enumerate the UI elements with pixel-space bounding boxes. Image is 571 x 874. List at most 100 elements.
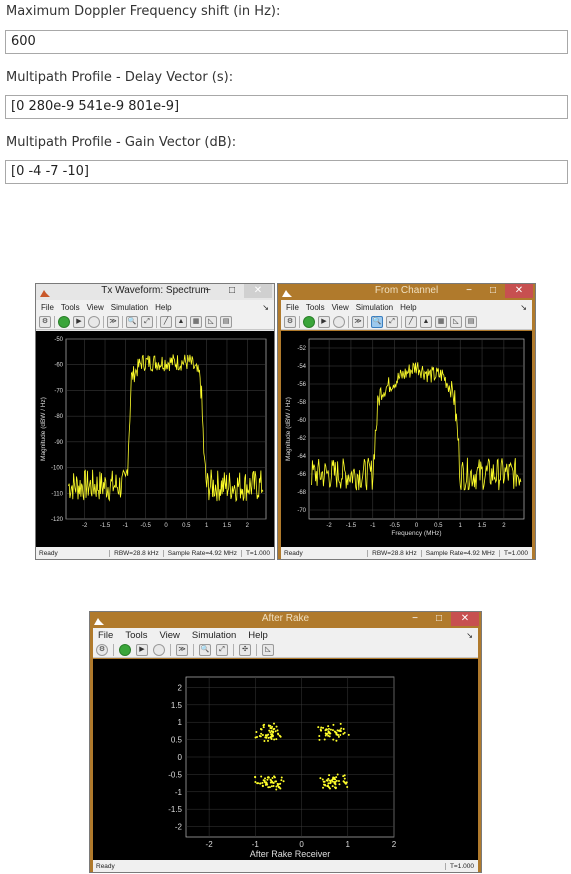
zoom-icon[interactable]: 🔍 xyxy=(199,643,211,656)
constellation-point xyxy=(261,781,264,784)
menu-file[interactable]: File xyxy=(41,303,54,312)
zoom-icon[interactable]: 🔍 xyxy=(371,315,383,328)
constellation-point xyxy=(340,727,343,730)
menu-tools[interactable]: Tools xyxy=(61,303,80,312)
close-button[interactable]: ✕ xyxy=(505,284,533,298)
constellation-point xyxy=(327,725,330,728)
menu-simulation[interactable]: Simulation xyxy=(111,303,148,312)
x-tick-label: -2 xyxy=(326,523,332,529)
close-button[interactable]: ✕ xyxy=(244,284,272,298)
separator xyxy=(256,643,257,656)
peak-finder-icon[interactable]: ▲ xyxy=(420,315,432,328)
separator xyxy=(348,315,349,328)
y-axis-label: Magnitude (dBW / Hz) xyxy=(40,397,47,461)
highlight-icon[interactable]: ≫ xyxy=(352,315,364,328)
run-icon[interactable] xyxy=(303,315,315,328)
y-tick-label: -52 xyxy=(297,346,306,352)
constellation-point xyxy=(339,733,342,736)
constellation-point xyxy=(279,735,282,738)
distortion-icon[interactable]: ◺ xyxy=(205,315,217,328)
constellation-point xyxy=(279,787,282,790)
after-rake-window: After Rake − □ ✕ File Tools View Simulat… xyxy=(89,611,482,873)
measurements-icon[interactable]: ▦ xyxy=(435,315,447,328)
maximize-button[interactable]: □ xyxy=(427,612,451,626)
maximize-button[interactable]: □ xyxy=(481,284,505,298)
constellation-point xyxy=(263,723,266,726)
constellation-icon[interactable]: ✣ xyxy=(239,643,251,656)
constellation-point xyxy=(269,778,272,781)
menu-help[interactable]: Help xyxy=(248,630,268,641)
y-tick-label: -66 xyxy=(297,472,306,478)
dock-arrow-icon[interactable]: ↘ xyxy=(520,303,527,312)
constellation-point xyxy=(269,727,272,730)
constellation-point xyxy=(272,785,275,788)
peak-finder-icon[interactable]: ▲ xyxy=(175,315,187,328)
run-icon[interactable] xyxy=(119,643,131,656)
menu-simulation[interactable]: Simulation xyxy=(192,630,236,641)
gain-vector-input[interactable]: [0 -4 -7 -10] xyxy=(5,160,568,184)
constellation-point xyxy=(322,786,325,789)
cursor-icon[interactable]: ╱ xyxy=(160,315,172,328)
minimize-button[interactable]: − xyxy=(196,284,220,298)
ccdf-icon[interactable]: ▤ xyxy=(220,315,232,328)
x-tick-label: -2 xyxy=(82,523,88,529)
legend-icon[interactable]: ◺ xyxy=(262,643,274,656)
y-tick-label: 0.5 xyxy=(171,736,183,745)
menu-view[interactable]: View xyxy=(160,630,180,641)
minimize-button[interactable]: − xyxy=(403,612,427,626)
step-icon[interactable]: ▶ xyxy=(318,315,330,328)
x-tick-label: 1.5 xyxy=(478,523,487,529)
measurements-icon[interactable]: ▦ xyxy=(190,315,202,328)
stop-icon[interactable] xyxy=(153,643,165,656)
cursor-icon[interactable]: ╱ xyxy=(405,315,417,328)
menu-view[interactable]: View xyxy=(332,303,349,312)
constellation-point xyxy=(254,775,257,778)
settings-icon[interactable]: ⚙ xyxy=(96,643,108,656)
constellation-point xyxy=(268,729,271,732)
highlight-icon[interactable]: ≫ xyxy=(176,643,188,656)
constellation-point xyxy=(332,738,335,741)
constellation-point xyxy=(264,736,267,739)
minimize-button[interactable]: − xyxy=(457,284,481,298)
menu-help[interactable]: Help xyxy=(155,303,171,312)
menu-file[interactable]: File xyxy=(98,630,113,641)
delay-vector-input[interactable]: [0 280e-9 541e-9 801e-9] xyxy=(5,95,568,119)
step-icon[interactable]: ▶ xyxy=(73,315,85,328)
dock-arrow-icon[interactable]: ↘ xyxy=(466,631,473,640)
y-axis-label: Magnitude (dBW / Hz) xyxy=(285,397,292,461)
menu-simulation[interactable]: Simulation xyxy=(356,303,393,312)
stop-icon[interactable] xyxy=(88,315,100,328)
highlight-icon[interactable]: ≫ xyxy=(107,315,119,328)
separator xyxy=(367,315,368,328)
menu-help[interactable]: Help xyxy=(400,303,416,312)
x-tick-label: 0.5 xyxy=(434,523,443,529)
constellation-point xyxy=(282,780,285,783)
dock-arrow-icon[interactable]: ↘ xyxy=(262,303,269,312)
zoom-icon[interactable]: 🔍 xyxy=(126,315,138,328)
menu-tools[interactable]: Tools xyxy=(306,303,325,312)
maximize-button[interactable]: □ xyxy=(220,284,244,298)
scale-axes-icon[interactable]: ⤢ xyxy=(216,643,228,656)
menu-view[interactable]: View xyxy=(87,303,104,312)
constellation-point xyxy=(326,784,329,787)
doppler-input[interactable]: 600 xyxy=(5,30,568,54)
stop-icon[interactable] xyxy=(333,315,345,328)
close-button[interactable]: ✕ xyxy=(451,612,479,626)
distortion-icon[interactable]: ◺ xyxy=(450,315,462,328)
scale-axes-icon[interactable]: ⤢ xyxy=(386,315,398,328)
settings-icon[interactable]: ⚙ xyxy=(39,315,51,328)
scale-axes-icon[interactable]: ⤢ xyxy=(141,315,153,328)
separator xyxy=(113,643,114,656)
constellation-point xyxy=(342,732,345,735)
step-icon[interactable]: ▶ xyxy=(136,643,148,656)
ccdf-icon[interactable]: ▤ xyxy=(465,315,477,328)
run-icon[interactable] xyxy=(58,315,70,328)
x-tick-label: -1.5 xyxy=(100,523,111,529)
menu-file[interactable]: File xyxy=(286,303,299,312)
constellation-point xyxy=(338,783,341,786)
settings-icon[interactable]: ⚙ xyxy=(284,315,296,328)
menu-tools[interactable]: Tools xyxy=(125,630,147,641)
constellation-point xyxy=(275,788,278,791)
constellation-point xyxy=(328,735,331,738)
tx-menubar: File Tools View Simulation Help ↘ xyxy=(36,300,274,314)
